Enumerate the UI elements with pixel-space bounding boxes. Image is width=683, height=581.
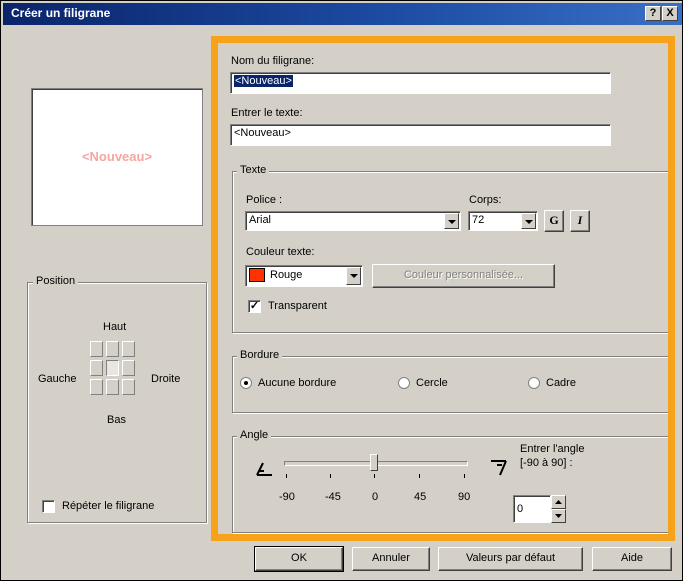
repeat-watermark-checkbox[interactable]: [42, 500, 55, 513]
position-middle-right[interactable]: [122, 360, 135, 376]
border-circle-radio[interactable]: [398, 377, 410, 389]
color-dropdown-arrow-icon[interactable]: [346, 267, 361, 285]
watermark-preview: <Nouveau>: [31, 88, 203, 226]
tick-label-90: 90: [458, 491, 471, 503]
angle-entry-value: 0: [517, 503, 524, 515]
angle-slider-thumb[interactable]: [370, 454, 378, 471]
transparent-checkbox[interactable]: ✓: [248, 300, 261, 313]
position-bottom-right[interactable]: [122, 379, 135, 395]
angle-min-icon: [256, 462, 272, 476]
size-value: 72: [472, 214, 485, 226]
position-top-center[interactable]: [106, 341, 119, 357]
font-dropdown-arrow-icon[interactable]: [444, 213, 459, 229]
size-dropdown-arrow-icon[interactable]: [521, 213, 536, 229]
text-field-label: Entrer le texte:: [231, 107, 303, 119]
name-field[interactable]: <Nouveau>: [230, 72, 611, 94]
angle-entry-label-line1: Entrer l'angle: [520, 443, 585, 455]
position-left-label: Gauche: [38, 373, 77, 385]
angle-group: [232, 436, 670, 533]
name-field-value: <Nouveau>: [234, 75, 293, 87]
text-field[interactable]: <Nouveau>: [230, 124, 611, 146]
angle-spin-down-button[interactable]: [551, 509, 566, 523]
font-label: Police :: [246, 194, 283, 206]
position-bottom-center[interactable]: [106, 379, 119, 395]
angle-group-legend: Angle: [237, 429, 272, 441]
border-circle-label: Cercle: [416, 377, 448, 389]
text-group-legend: Texte: [237, 164, 270, 176]
help-title-button[interactable]: ?: [645, 6, 661, 21]
angle-entry-label-line2: [-90 à 90] :: [520, 457, 573, 469]
border-frame-radio[interactable]: [528, 377, 540, 389]
angle-max-icon: [491, 460, 507, 476]
color-label: Couleur texte:: [246, 246, 315, 258]
color-value: Rouge: [270, 269, 303, 281]
text-field-value: <Nouveau>: [234, 127, 291, 139]
title-bar: Créer un filigrane ? X: [3, 3, 682, 25]
help-button[interactable]: Aide: [592, 547, 672, 571]
font-value: Arial: [249, 214, 272, 226]
angle-spin-up-button[interactable]: [551, 495, 566, 509]
repeat-watermark-label: Répéter le filigrane: [62, 500, 155, 512]
slider-tick: [286, 474, 287, 478]
close-title-button[interactable]: X: [662, 6, 678, 21]
preview-text: <Nouveau>: [81, 149, 153, 164]
position-center[interactable]: [106, 360, 119, 376]
position-right-label: Droite: [151, 373, 181, 385]
bold-button[interactable]: G: [544, 210, 564, 232]
name-field-label: Nom du filigrane:: [231, 55, 315, 67]
tick-label-45: 45: [414, 491, 427, 503]
tick-label-m45: -45: [325, 491, 341, 503]
font-combo[interactable]: Arial: [245, 211, 461, 231]
position-top-label: Haut: [103, 321, 127, 333]
ok-button[interactable]: OK: [254, 546, 344, 572]
transparent-label: Transparent: [268, 300, 327, 312]
border-none-radio[interactable]: [240, 377, 252, 389]
border-none-label: Aucune bordure: [258, 377, 337, 389]
position-bottom-left[interactable]: [90, 379, 103, 395]
color-combo[interactable]: Rouge: [245, 265, 363, 287]
slider-tick: [330, 474, 331, 478]
slider-tick: [419, 474, 420, 478]
tick-label-m90: -90: [279, 491, 295, 503]
window-title: Créer un filigrane: [11, 6, 111, 20]
tick-label-0: 0: [372, 491, 379, 503]
angle-entry-field[interactable]: 0: [513, 495, 551, 523]
border-group-legend: Bordure: [237, 349, 283, 361]
position-top-left[interactable]: [90, 341, 103, 357]
slider-tick: [374, 474, 375, 478]
position-legend: Position: [33, 275, 79, 287]
spin-down-icon: [555, 514, 562, 518]
custom-color-button[interactable]: Couleur personnalisée...: [372, 264, 555, 288]
border-frame-label: Cadre: [546, 377, 576, 389]
defaults-button[interactable]: Valeurs par défaut: [438, 547, 583, 571]
size-combo[interactable]: 72: [468, 211, 538, 231]
position-top-right[interactable]: [122, 341, 135, 357]
position-middle-left[interactable]: [90, 360, 103, 376]
position-bottom-label: Bas: [107, 414, 126, 426]
slider-tick: [464, 474, 465, 478]
color-swatch: [249, 268, 265, 282]
italic-button[interactable]: I: [570, 210, 590, 232]
create-watermark-dialog: Créer un filigrane ? X <Nouveau> Positio…: [0, 0, 683, 581]
cancel-button[interactable]: Annuler: [352, 547, 430, 571]
position-group: [27, 282, 207, 523]
spin-up-icon: [555, 500, 562, 504]
size-label: Corps:: [469, 194, 502, 206]
